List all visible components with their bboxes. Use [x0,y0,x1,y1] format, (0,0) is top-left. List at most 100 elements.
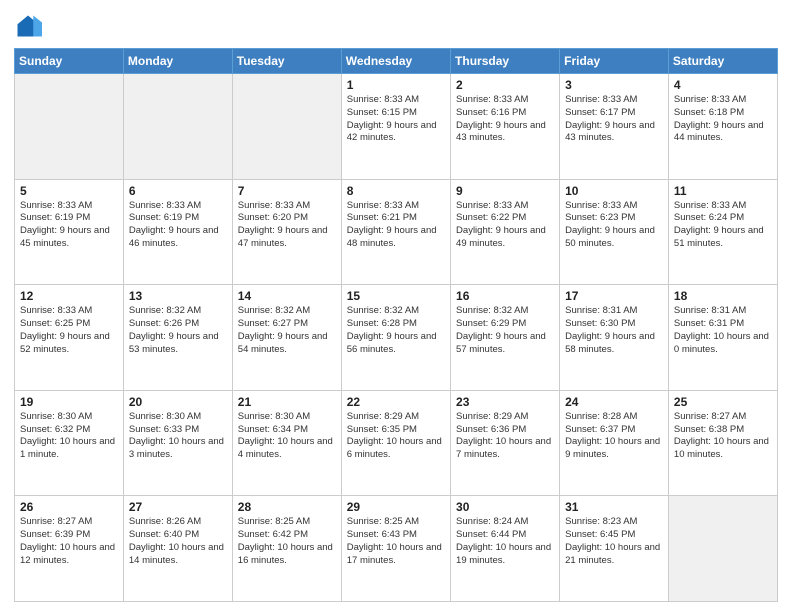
header-tuesday: Tuesday [232,49,341,74]
day-number: 15 [347,289,445,303]
day-number: 21 [238,395,336,409]
calendar-cell: 4 Sunrise: 8:33 AM Sunset: 6:18 PM Daylig… [668,74,777,180]
header-saturday: Saturday [668,49,777,74]
day-detail: Sunrise: 8:24 AM Sunset: 6:44 PM Dayligh… [456,516,554,567]
day-detail: Sunrise: 8:32 AM Sunset: 6:27 PM Dayligh… [238,305,336,356]
day-detail: Sunrise: 8:33 AM Sunset: 6:20 PM Dayligh… [238,200,336,251]
calendar-cell: 16 Sunrise: 8:32 AM Sunset: 6:29 PM Dayli… [451,285,560,391]
day-number: 20 [129,395,227,409]
week-row-3: 19 Sunrise: 8:30 AM Sunset: 6:32 PM Dayli… [15,390,778,496]
calendar-cell: 7 Sunrise: 8:33 AM Sunset: 6:20 PM Daylig… [232,179,341,285]
calendar-cell: 5 Sunrise: 8:33 AM Sunset: 6:19 PM Daylig… [15,179,124,285]
day-detail: Sunrise: 8:33 AM Sunset: 6:22 PM Dayligh… [456,200,554,251]
calendar-cell: 31 Sunrise: 8:23 AM Sunset: 6:45 PM Dayli… [560,496,669,602]
day-detail: Sunrise: 8:30 AM Sunset: 6:34 PM Dayligh… [238,411,336,462]
day-detail: Sunrise: 8:25 AM Sunset: 6:42 PM Dayligh… [238,516,336,567]
calendar-cell: 2 Sunrise: 8:33 AM Sunset: 6:16 PM Daylig… [451,74,560,180]
day-detail: Sunrise: 8:32 AM Sunset: 6:28 PM Dayligh… [347,305,445,356]
day-detail: Sunrise: 8:33 AM Sunset: 6:21 PM Dayligh… [347,200,445,251]
calendar-cell [15,74,124,180]
day-number: 30 [456,500,554,514]
day-number: 16 [456,289,554,303]
day-number: 1 [347,78,445,92]
day-number: 28 [238,500,336,514]
calendar-cell: 10 Sunrise: 8:33 AM Sunset: 6:23 PM Dayli… [560,179,669,285]
calendar-cell [668,496,777,602]
day-detail: Sunrise: 8:33 AM Sunset: 6:15 PM Dayligh… [347,94,445,145]
day-detail: Sunrise: 8:27 AM Sunset: 6:39 PM Dayligh… [20,516,118,567]
calendar-cell: 17 Sunrise: 8:31 AM Sunset: 6:30 PM Dayli… [560,285,669,391]
day-detail: Sunrise: 8:30 AM Sunset: 6:33 PM Dayligh… [129,411,227,462]
day-number: 14 [238,289,336,303]
day-number: 26 [20,500,118,514]
calendar-cell: 6 Sunrise: 8:33 AM Sunset: 6:19 PM Daylig… [123,179,232,285]
calendar-cell: 23 Sunrise: 8:29 AM Sunset: 6:36 PM Dayli… [451,390,560,496]
calendar-cell: 29Sunrise: 8:25 AM Sunset: 6:43 PM Dayli… [341,496,450,602]
day-detail: Sunrise: 8:30 AM Sunset: 6:32 PM Dayligh… [20,411,118,462]
calendar-cell: 22 Sunrise: 8:29 AM Sunset: 6:35 PM Dayli… [341,390,450,496]
calendar-cell: 9 Sunrise: 8:33 AM Sunset: 6:22 PM Daylig… [451,179,560,285]
week-row-1: 5 Sunrise: 8:33 AM Sunset: 6:19 PM Daylig… [15,179,778,285]
header-monday: Monday [123,49,232,74]
day-detail: Sunrise: 8:29 AM Sunset: 6:36 PM Dayligh… [456,411,554,462]
calendar-cell: 19 Sunrise: 8:30 AM Sunset: 6:32 PM Dayli… [15,390,124,496]
day-number: 3 [565,78,663,92]
calendar-cell: 24Sunrise: 8:28 AM Sunset: 6:37 PM Dayli… [560,390,669,496]
day-number: 25 [674,395,772,409]
day-detail: Sunrise: 8:26 AM Sunset: 6:40 PM Dayligh… [129,516,227,567]
day-number: 29 [347,500,445,514]
calendar-cell: 25 Sunrise: 8:27 AM Sunset: 6:38 PM Dayli… [668,390,777,496]
day-number: 27 [129,500,227,514]
calendar-table: Sunday Monday Tuesday Wednesday Thursday… [14,48,778,602]
day-number: 22 [347,395,445,409]
day-number: 19 [20,395,118,409]
day-number: 31 [565,500,663,514]
day-detail: Sunrise: 8:27 AM Sunset: 6:38 PM Dayligh… [674,411,772,462]
header-sunday: Sunday [15,49,124,74]
calendar-cell: 1 Sunrise: 8:33 AM Sunset: 6:15 PM Daylig… [341,74,450,180]
calendar-cell: 28 Sunrise: 8:25 AM Sunset: 6:42 PM Dayli… [232,496,341,602]
day-detail: Sunrise: 8:31 AM Sunset: 6:30 PM Dayligh… [565,305,663,356]
day-number: 5 [20,184,118,198]
page: Sunday Monday Tuesday Wednesday Thursday… [0,0,792,612]
logo [14,12,46,40]
day-detail: Sunrise: 8:33 AM Sunset: 6:18 PM Dayligh… [674,94,772,145]
day-number: 7 [238,184,336,198]
calendar-header-row: Sunday Monday Tuesday Wednesday Thursday… [15,49,778,74]
day-number: 13 [129,289,227,303]
calendar-cell: 20 Sunrise: 8:30 AM Sunset: 6:33 PM Dayli… [123,390,232,496]
day-number: 17 [565,289,663,303]
calendar-cell: 13 Sunrise: 8:32 AM Sunset: 6:26 PM Dayli… [123,285,232,391]
calendar-cell [123,74,232,180]
day-number: 10 [565,184,663,198]
week-row-4: 26 Sunrise: 8:27 AM Sunset: 6:39 PM Dayli… [15,496,778,602]
day-detail: Sunrise: 8:33 AM Sunset: 6:23 PM Dayligh… [565,200,663,251]
week-row-2: 12Sunrise: 8:33 AM Sunset: 6:25 PM Dayli… [15,285,778,391]
day-number: 23 [456,395,554,409]
calendar-cell: 3 Sunrise: 8:33 AM Sunset: 6:17 PM Daylig… [560,74,669,180]
day-number: 4 [674,78,772,92]
day-detail: Sunrise: 8:29 AM Sunset: 6:35 PM Dayligh… [347,411,445,462]
day-detail: Sunrise: 8:28 AM Sunset: 6:37 PM Dayligh… [565,411,663,462]
week-row-0: 1 Sunrise: 8:33 AM Sunset: 6:15 PM Daylig… [15,74,778,180]
day-detail: Sunrise: 8:32 AM Sunset: 6:29 PM Dayligh… [456,305,554,356]
calendar-cell [232,74,341,180]
calendar-cell: 15 Sunrise: 8:32 AM Sunset: 6:28 PM Dayli… [341,285,450,391]
day-number: 18 [674,289,772,303]
day-number: 2 [456,78,554,92]
day-detail: Sunrise: 8:33 AM Sunset: 6:19 PM Dayligh… [20,200,118,251]
day-detail: Sunrise: 8:33 AM Sunset: 6:25 PM Dayligh… [20,305,118,356]
day-number: 9 [456,184,554,198]
day-detail: Sunrise: 8:32 AM Sunset: 6:26 PM Dayligh… [129,305,227,356]
day-detail: Sunrise: 8:33 AM Sunset: 6:16 PM Dayligh… [456,94,554,145]
calendar-cell: 11Sunrise: 8:33 AM Sunset: 6:24 PM Dayli… [668,179,777,285]
calendar-cell: 21 Sunrise: 8:30 AM Sunset: 6:34 PM Dayli… [232,390,341,496]
day-detail: Sunrise: 8:33 AM Sunset: 6:19 PM Dayligh… [129,200,227,251]
calendar-cell: 12Sunrise: 8:33 AM Sunset: 6:25 PM Dayli… [15,285,124,391]
day-number: 6 [129,184,227,198]
day-number: 11 [674,184,772,198]
calendar-cell: 26 Sunrise: 8:27 AM Sunset: 6:39 PM Dayli… [15,496,124,602]
day-detail: Sunrise: 8:23 AM Sunset: 6:45 PM Dayligh… [565,516,663,567]
day-detail: Sunrise: 8:33 AM Sunset: 6:17 PM Dayligh… [565,94,663,145]
header-thursday: Thursday [451,49,560,74]
